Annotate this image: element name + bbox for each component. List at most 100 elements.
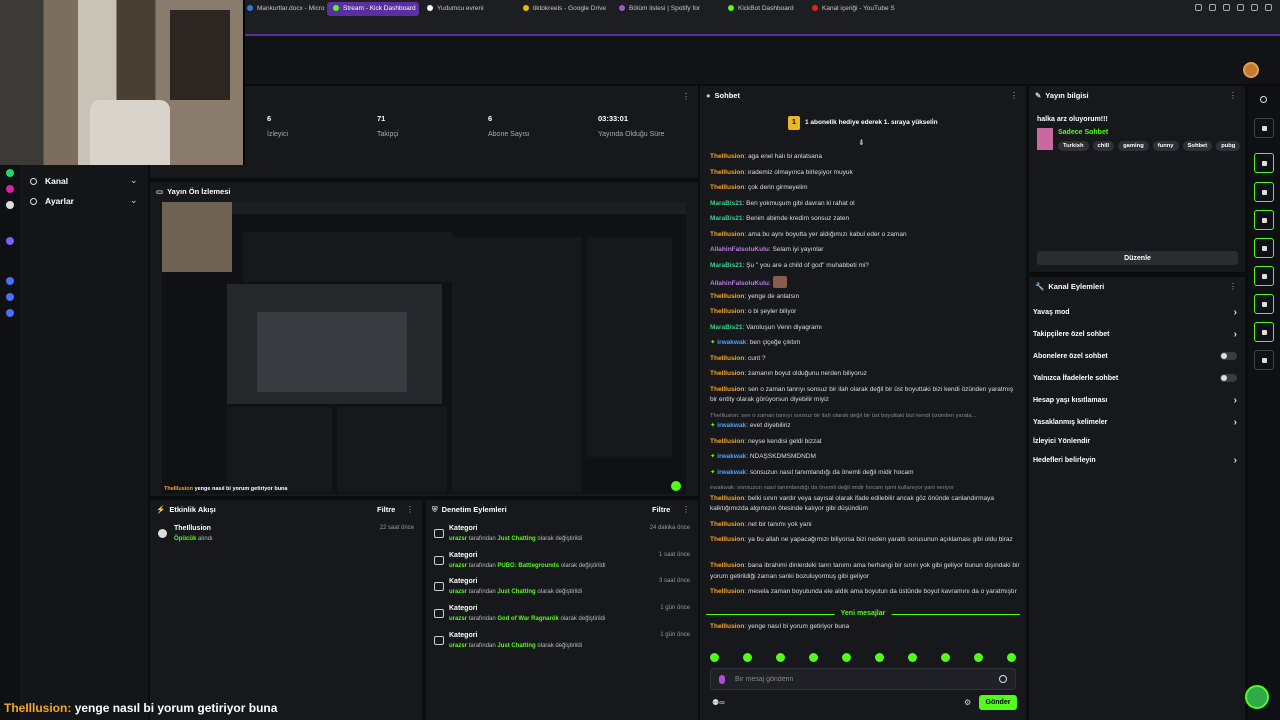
filter-button[interactable]: Filtre [377,505,395,514]
action-item[interactable]: Yasaklanmış kelimeler › [1033,417,1237,428]
chat-message[interactable]: TheIllusion: ama bu aynı boyutta yer ald… [710,230,1020,241]
chat-message[interactable]: TheIllusion: irademiz olmayınca birleşiy… [710,168,1020,179]
bookmark-icon[interactable] [1209,4,1216,11]
more-icon[interactable]: ⋮ [682,505,690,514]
chat-message[interactable]: MaraBis21: Ben yokmuşum gibi davran ki r… [710,199,1020,210]
edit-button[interactable]: Düzenle [1037,251,1238,265]
browser-tab[interactable]: KickBot Dashboard [722,2,804,16]
chat-message[interactable]: MaraBis21: Varoluşun Venn diyagramı [710,323,1020,334]
chevron-right-icon[interactable]: › [1234,329,1237,340]
chat-message[interactable]: MaraBis21: Benim abimde kredim sonsuz za… [710,214,1020,225]
browser-tab[interactable]: tiktokreels - Google Drive [517,2,611,16]
whatsapp-icon[interactable] [6,169,14,177]
chevron-down-icon[interactable]: ⌄ [130,195,138,206]
gear-icon[interactable]: ⚙ [964,698,971,707]
chat-message[interactable]: TheIllusion: zamanın boyut olduğunu nerd… [710,369,1020,380]
chat-message[interactable]: irwakwak: sonsuzun nasıl tanımlandığı da… [710,483,1020,515]
chevron-down-icon[interactable]: ⇟ [858,138,865,147]
emote-icon[interactable] [776,653,785,662]
chat-message[interactable]: MaraBis21: Şu " you are a child of god" … [710,261,1020,272]
chat-message[interactable]: ✦ irwakwak: ben çiçeğe çıktım [710,338,1020,349]
list-item[interactable]: TheIllusion Öpücük alındı 22 saat önce [158,525,414,551]
chat-message[interactable]: TheIllusion: çok derin girmeyelim [710,183,1020,194]
chat-message[interactable]: TheIllusion: sen o zaman tanrıyı sonsuz … [710,385,1020,406]
info-icon[interactable] [1260,96,1267,103]
list-item[interactable]: Kategori urazsr tarafından God of War Rag… [434,605,690,631]
chat-icon[interactable] [1254,238,1274,258]
chevron-right-icon[interactable]: › [1234,417,1237,428]
sidebar-item-kanal[interactable]: Kanal [30,176,68,186]
chat-message[interactable]: ✦ irwakwak: sonsuzun nasıl tanımlandığı … [710,468,1020,479]
chat-message[interactable]: TheIllusion: cunt ? [710,354,1020,365]
action-item[interactable]: Hesap yaşı kısıtlaması › [1033,395,1237,406]
chat-message[interactable]: TheIllusion: aga enel halı bi anlatsana [710,152,1020,163]
mod-tools-icon[interactable]: ⚉∞ [712,698,725,707]
chat-message[interactable]: TheIllusion: ya bu allah ne yapacağımızı… [710,535,1020,546]
sidebar-item-ayarlar[interactable]: Ayarlar [30,196,74,206]
emote-icon[interactable] [743,653,752,662]
more-icon[interactable]: ⋮ [1229,282,1237,291]
toggle-switch[interactable] [1220,352,1237,360]
emote-icon[interactable] [1007,653,1016,662]
mic-icon[interactable] [719,675,725,684]
chat-message[interactable]: TheIllusion: bana ibrahimi dinlerdeki ta… [710,561,1020,582]
action-item[interactable]: İzleyici Yönlendir [1033,438,1237,445]
pencil-icon[interactable] [1254,118,1274,138]
menu-icon[interactable] [1265,4,1272,11]
bolt-icon[interactable] [1254,182,1274,202]
chat-message[interactable]: AllahinFalsoluKulu: [710,276,1020,290]
chat-message[interactable]: TheIllusion: yenge nasıl bi yorum getiri… [710,622,1020,633]
action-item[interactable]: Abonelere özel sohbet [1033,352,1237,360]
app-icon[interactable] [6,237,14,245]
browser-tab[interactable]: Stream - Kick Dashboard [327,2,419,16]
list-item[interactable]: Kategori urazsr tarafından Just Chatting … [434,525,690,551]
emote-icon[interactable] [974,653,983,662]
chat-message[interactable]: AllahinFalsoluKulu: Selam iyi yayınlar [710,245,1020,256]
tag-chip[interactable]: Sohbet [1182,141,1213,151]
browser-tab[interactable]: Yudumcu evreni [421,2,515,16]
x-icon[interactable] [6,201,14,209]
chat-message[interactable]: TheIllusion: neyse kendisi geldi bizzat [710,437,1020,448]
pin-icon[interactable] [1195,4,1202,11]
list-item[interactable]: Kategori urazsr tarafından PUBG: Battlegr… [434,552,690,578]
more-icon[interactable]: ⋮ [1229,91,1237,100]
tag-chip[interactable]: funny [1152,141,1179,151]
chat-message[interactable]: TheIllusion: mesela zaman boyutunda ele … [710,587,1020,598]
app-icon[interactable] [6,293,14,301]
chat-message[interactable]: TheIllusion: net bir tanımı yok yani [710,520,1020,531]
stream-preview-video[interactable]: TheIllusion yenge nasıl bi yorum getiriy… [162,202,686,494]
action-item[interactable]: Hedefleri belirleyin › [1033,455,1237,466]
chat-input[interactable] [735,672,995,687]
wrench-icon[interactable] [1254,322,1274,342]
emote-icon[interactable] [908,653,917,662]
tag-chip[interactable]: Turkish [1058,141,1089,151]
action-item[interactable]: Yavaş mod › [1033,307,1237,318]
chat-message[interactable]: TheIllusion: o bi şeyler biliyor [710,307,1020,318]
chevron-right-icon[interactable]: › [1234,307,1237,318]
send-button[interactable]: Gönder [979,695,1017,710]
new-messages-divider[interactable]: Yeni mesajlar [706,610,1020,620]
list-item[interactable]: Kategori urazsr tarafından Just Chatting … [434,578,690,604]
extension-icon[interactable] [1223,4,1230,11]
play-icon[interactable] [1237,4,1244,11]
chat-message[interactable]: TheIllusion: yenge de anlatsın [710,292,1020,303]
more-icon[interactable]: ⋮ [406,505,414,514]
gear-icon[interactable] [6,309,14,317]
action-item[interactable]: Yalnızca İfadelerle sohbet [1033,374,1237,382]
tag-chip[interactable]: gaming [1118,141,1149,151]
gift-leaderboard-banner[interactable]: 1 1 abonelik hediye ederek 1. sıraya yüks… [788,116,938,130]
chat-message[interactable]: TheIllusion: sen o zaman tanrıyı sonsuz … [710,411,1020,432]
users-icon[interactable] [1254,350,1274,370]
chat-message[interactable]: ✦ irwakwak: NDAŞSKDMSMDNDM [710,452,1020,463]
tag-chip[interactable]: chill [1092,141,1115,151]
list-item[interactable]: Kategori urazsr tarafından Just Chatting … [434,632,690,658]
kick-button-icon[interactable] [1245,685,1269,709]
emote-icon[interactable] [809,653,818,662]
action-item[interactable]: Takipçilere özel sohbet › [1033,329,1237,340]
chevron-right-icon[interactable]: › [1234,395,1237,406]
list-icon[interactable] [1254,294,1274,314]
document-icon[interactable] [1254,210,1274,230]
screen-icon[interactable] [1254,153,1274,173]
link-icon[interactable] [1254,266,1274,286]
tag-chip[interactable]: pubg [1216,141,1241,151]
